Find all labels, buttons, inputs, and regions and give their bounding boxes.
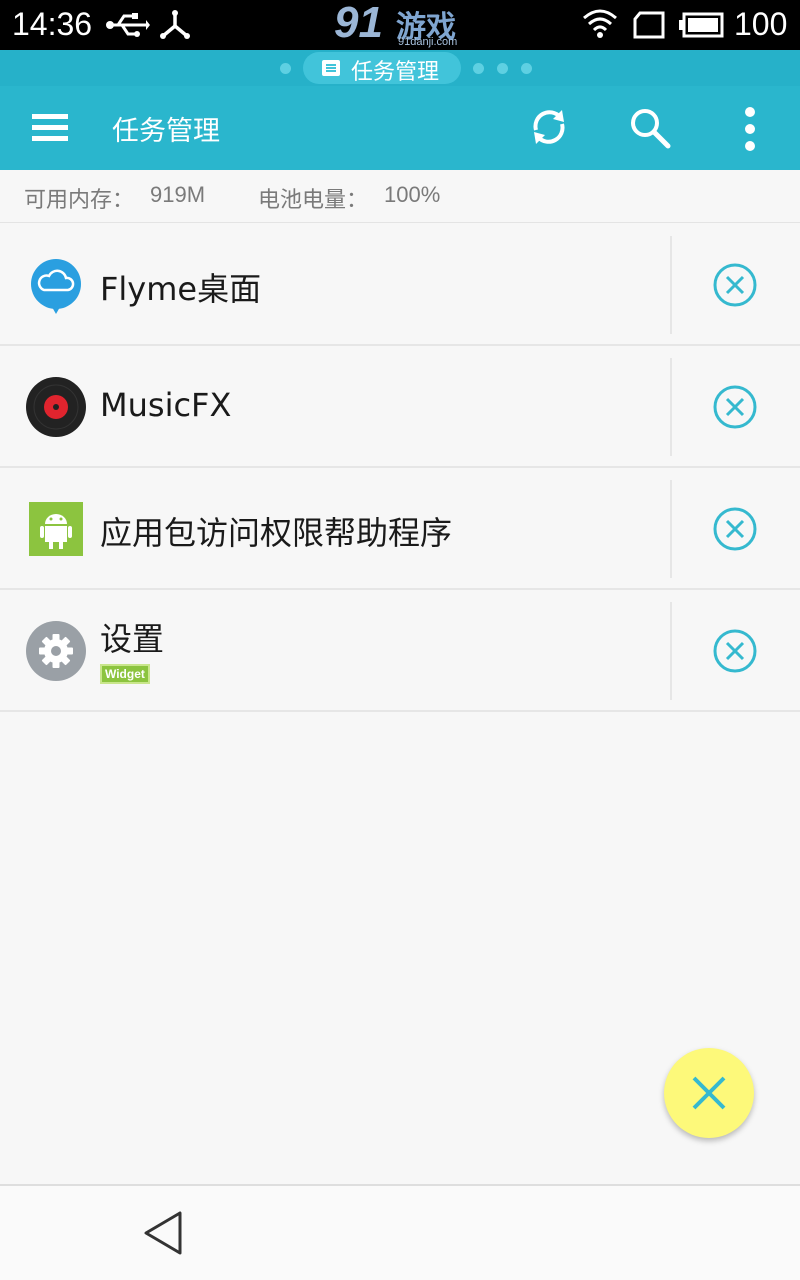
- task-row[interactable]: Flyme桌面: [0, 224, 800, 346]
- row-divider: [670, 480, 672, 578]
- watermark-url: 91danji.com: [398, 36, 458, 48]
- battery-value: 100%: [384, 182, 441, 207]
- close-task-button[interactable]: [712, 628, 758, 674]
- close-icon: [692, 1076, 726, 1110]
- vinyl-icon: [26, 377, 86, 437]
- cloud-icon: [31, 259, 81, 314]
- watermark-number: 91: [334, 0, 383, 47]
- page-dot: [497, 63, 508, 74]
- window-title-pill[interactable]: 任务管理: [303, 52, 461, 85]
- task-name: MusicFX: [100, 386, 232, 424]
- status-time: 14:36: [12, 6, 93, 42]
- debug-icon: [160, 10, 190, 39]
- system-info-row: 可用内存： 919M 电池电量： 100%: [0, 170, 800, 223]
- menu-icon[interactable]: [32, 112, 68, 142]
- close-task-button[interactable]: [712, 262, 758, 308]
- page-dot: [473, 63, 484, 74]
- back-icon[interactable]: [142, 1210, 184, 1256]
- more-options-icon[interactable]: [738, 106, 762, 152]
- status-bar: 14:36 91 游戏 91danji.com 100: [0, 0, 800, 50]
- android-icon: [29, 502, 83, 556]
- task-name: Flyme桌面: [100, 270, 262, 308]
- page-title: 任务管理: [112, 116, 220, 147]
- close-task-button[interactable]: [712, 506, 758, 552]
- task-row[interactable]: 应用包访问权限帮助程序: [0, 468, 800, 590]
- widget-badge: Widget: [100, 664, 150, 684]
- sim-icon: [633, 11, 665, 39]
- task-name: 设置: [100, 620, 165, 658]
- row-divider: [670, 236, 672, 334]
- task-list: Flyme桌面 MusicFX 应用包访问权限帮助程序 设置 Widget: [0, 224, 800, 712]
- memory-label: 可用内存：: [24, 188, 135, 213]
- memory-value: 919M: [150, 182, 206, 207]
- search-icon[interactable]: [628, 106, 672, 150]
- task-row[interactable]: 设置 Widget: [0, 590, 800, 712]
- window-title-strip: 任务管理: [0, 50, 800, 86]
- usb-icon: [106, 13, 150, 37]
- battery-icon: [679, 12, 724, 38]
- page-dot: [521, 63, 532, 74]
- refresh-icon[interactable]: [528, 106, 570, 148]
- task-name: 应用包访问权限帮助程序: [100, 514, 453, 552]
- page-dot: [280, 63, 291, 74]
- watermark-logo: 91 游戏 91danji.com: [334, 0, 474, 50]
- row-divider: [670, 602, 672, 700]
- close-all-button[interactable]: [664, 1048, 754, 1138]
- toolbar: 任务管理: [0, 86, 800, 170]
- close-task-button[interactable]: [712, 384, 758, 430]
- battery-percent: 100: [734, 6, 788, 42]
- task-row[interactable]: MusicFX: [0, 346, 800, 468]
- gear-icon: [26, 621, 86, 681]
- list-icon: [322, 60, 340, 76]
- window-title-label: 任务管理: [351, 60, 440, 85]
- battery-label: 电池电量：: [258, 188, 369, 213]
- row-divider: [670, 358, 672, 456]
- navigation-bar: [0, 1184, 800, 1280]
- wifi-icon: [583, 9, 617, 38]
